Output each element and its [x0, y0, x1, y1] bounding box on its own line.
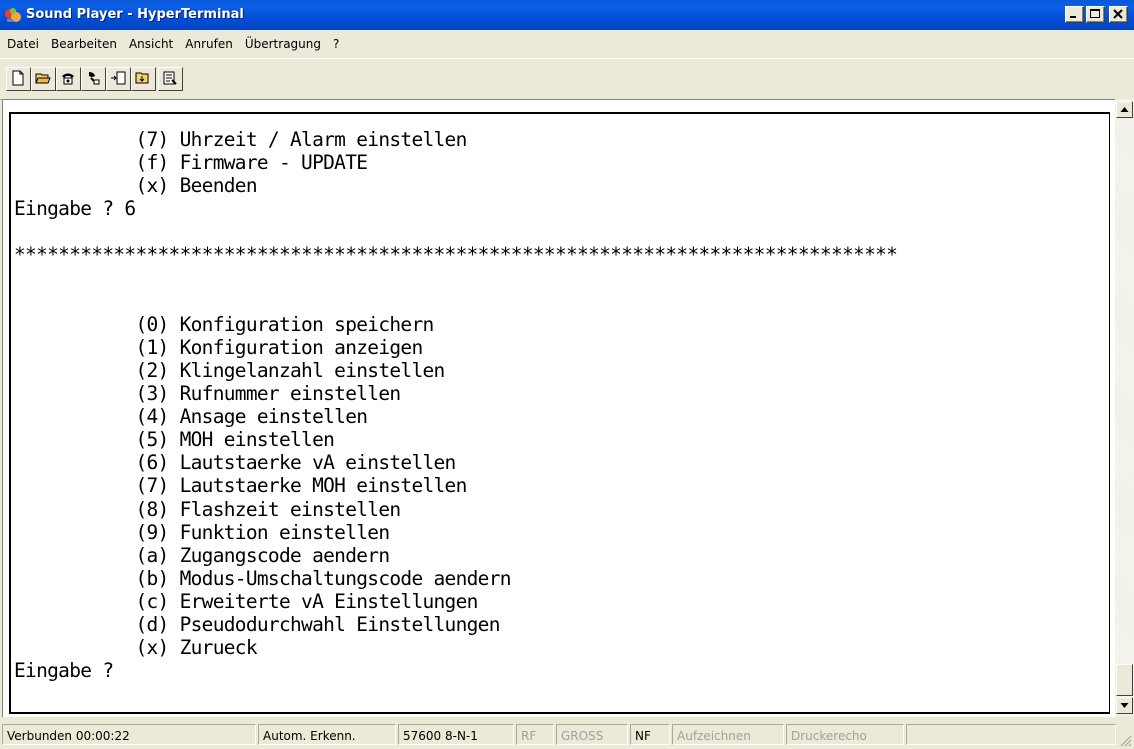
status-bar: Verbunden 00:00:22 Autom. Erkenn. 57600 …	[0, 721, 1134, 749]
terminal-line: (7) Uhrzeit / Alarm einstellen	[14, 128, 467, 151]
terminal-line: (3) Rufnummer einstellen	[14, 382, 401, 406]
send-button[interactable]	[106, 67, 131, 91]
window-title: Sound Player - HyperTerminal	[26, 7, 244, 22]
status-empty	[906, 724, 1116, 745]
menu-help[interactable]: ?	[328, 30, 344, 58]
arrow-up-icon	[1120, 107, 1129, 112]
terminal-area[interactable]: (7) Uhrzeit / Alarm einstellen (f) Firmw…	[2, 99, 1116, 717]
status-port: 57600 8-N-1	[398, 724, 514, 745]
terminal-line: (7) Lautstaerke MOH einstellen	[14, 474, 467, 498]
terminal-line: (5) MOH einstellen	[14, 428, 335, 452]
terminal-line: (b) Modus-Umschaltungscode aendern	[14, 566, 511, 590]
hyperterminal-icon	[5, 8, 21, 22]
new-button[interactable]	[6, 67, 31, 91]
menu-ansicht[interactable]: Ansicht	[124, 30, 178, 58]
status-record: Aufzeichnen	[672, 724, 784, 745]
minimize-icon	[1070, 16, 1076, 18]
terminal-line: (1) Konfiguration anzeigen	[14, 335, 423, 359]
open-icon	[35, 73, 51, 84]
scroll-down-button[interactable]	[1116, 697, 1133, 714]
terminal-line: (9) Funktion einstellen	[14, 520, 390, 544]
menu-datei[interactable]: Datei	[2, 30, 44, 58]
terminal-line: Eingabe ?	[14, 659, 114, 683]
open-button[interactable]	[31, 67, 56, 91]
terminal-line: (c) Erweiterte vA Einstellungen	[14, 589, 478, 613]
status-gross: GROSS	[556, 724, 628, 745]
terminal-line: (6) Lautstaerke vA einstellen	[14, 451, 456, 475]
terminal-line: (4) Ansage einstellen	[14, 405, 368, 429]
close-button[interactable]	[1109, 6, 1128, 23]
status-rf: RF	[516, 724, 554, 745]
terminal-line: (f) Firmware - UPDATE	[14, 151, 368, 175]
menu-bar: Datei Bearbeiten Ansicht Anrufen Übertra…	[0, 30, 1134, 58]
status-connected: Verbunden 00:00:22	[2, 724, 256, 745]
terminal-line: ****************************************…	[14, 243, 898, 267]
call-icon	[62, 73, 74, 85]
status-nf: NF	[630, 724, 670, 745]
maximize-button[interactable]	[1086, 6, 1105, 23]
scroll-thumb[interactable]	[1116, 664, 1133, 696]
title-bar[interactable]: Sound Player - HyperTerminal	[0, 0, 1134, 30]
terminal-line: (d) Pseudodurchwahl Einstellungen	[14, 612, 500, 636]
new-icon	[12, 70, 24, 86]
properties-button[interactable]	[158, 67, 183, 91]
terminal-line: (x) Zurueck	[14, 636, 257, 660]
disconnect-button[interactable]	[81, 67, 106, 91]
status-detect: Autom. Erkenn.	[258, 724, 396, 745]
send-icon	[111, 71, 126, 85]
status-print: Druckerecho	[786, 724, 904, 745]
disconnect-icon	[89, 72, 100, 85]
resize-grip-icon[interactable]	[1120, 735, 1132, 747]
terminal-line: (2) Klingelanzahl einstellen	[14, 358, 445, 382]
menu-anrufen[interactable]: Anrufen	[180, 30, 238, 58]
receive-icon	[135, 72, 149, 84]
terminal-line: (a) Zugangscode aendern	[14, 543, 390, 567]
vertical-scrollbar[interactable]	[1115, 99, 1134, 716]
arrow-down-icon	[1120, 703, 1129, 708]
terminal-output: (7) Uhrzeit / Alarm einstellen (f) Firmw…	[14, 128, 898, 683]
menu-bearbeiten[interactable]: Bearbeiten	[46, 30, 122, 58]
scroll-up-button[interactable]	[1116, 101, 1133, 118]
terminal-screen[interactable]: (7) Uhrzeit / Alarm einstellen (f) Firmw…	[9, 112, 1110, 714]
menu-uebertragung[interactable]: Übertragung	[240, 30, 326, 58]
terminal-line: (0) Konfiguration speichern	[14, 312, 434, 336]
toolbar	[0, 58, 1134, 100]
terminal-line: Eingabe ? 6	[14, 197, 136, 221]
call-button[interactable]	[56, 67, 81, 91]
receive-button[interactable]	[131, 67, 156, 91]
terminal-line: (x) Beenden	[14, 174, 257, 198]
minimize-button[interactable]	[1065, 6, 1084, 23]
properties-icon	[163, 71, 177, 85]
close-icon	[1113, 9, 1123, 19]
maximize-icon	[1090, 9, 1100, 18]
terminal-line: (8) Flashzeit einstellen	[14, 497, 401, 521]
